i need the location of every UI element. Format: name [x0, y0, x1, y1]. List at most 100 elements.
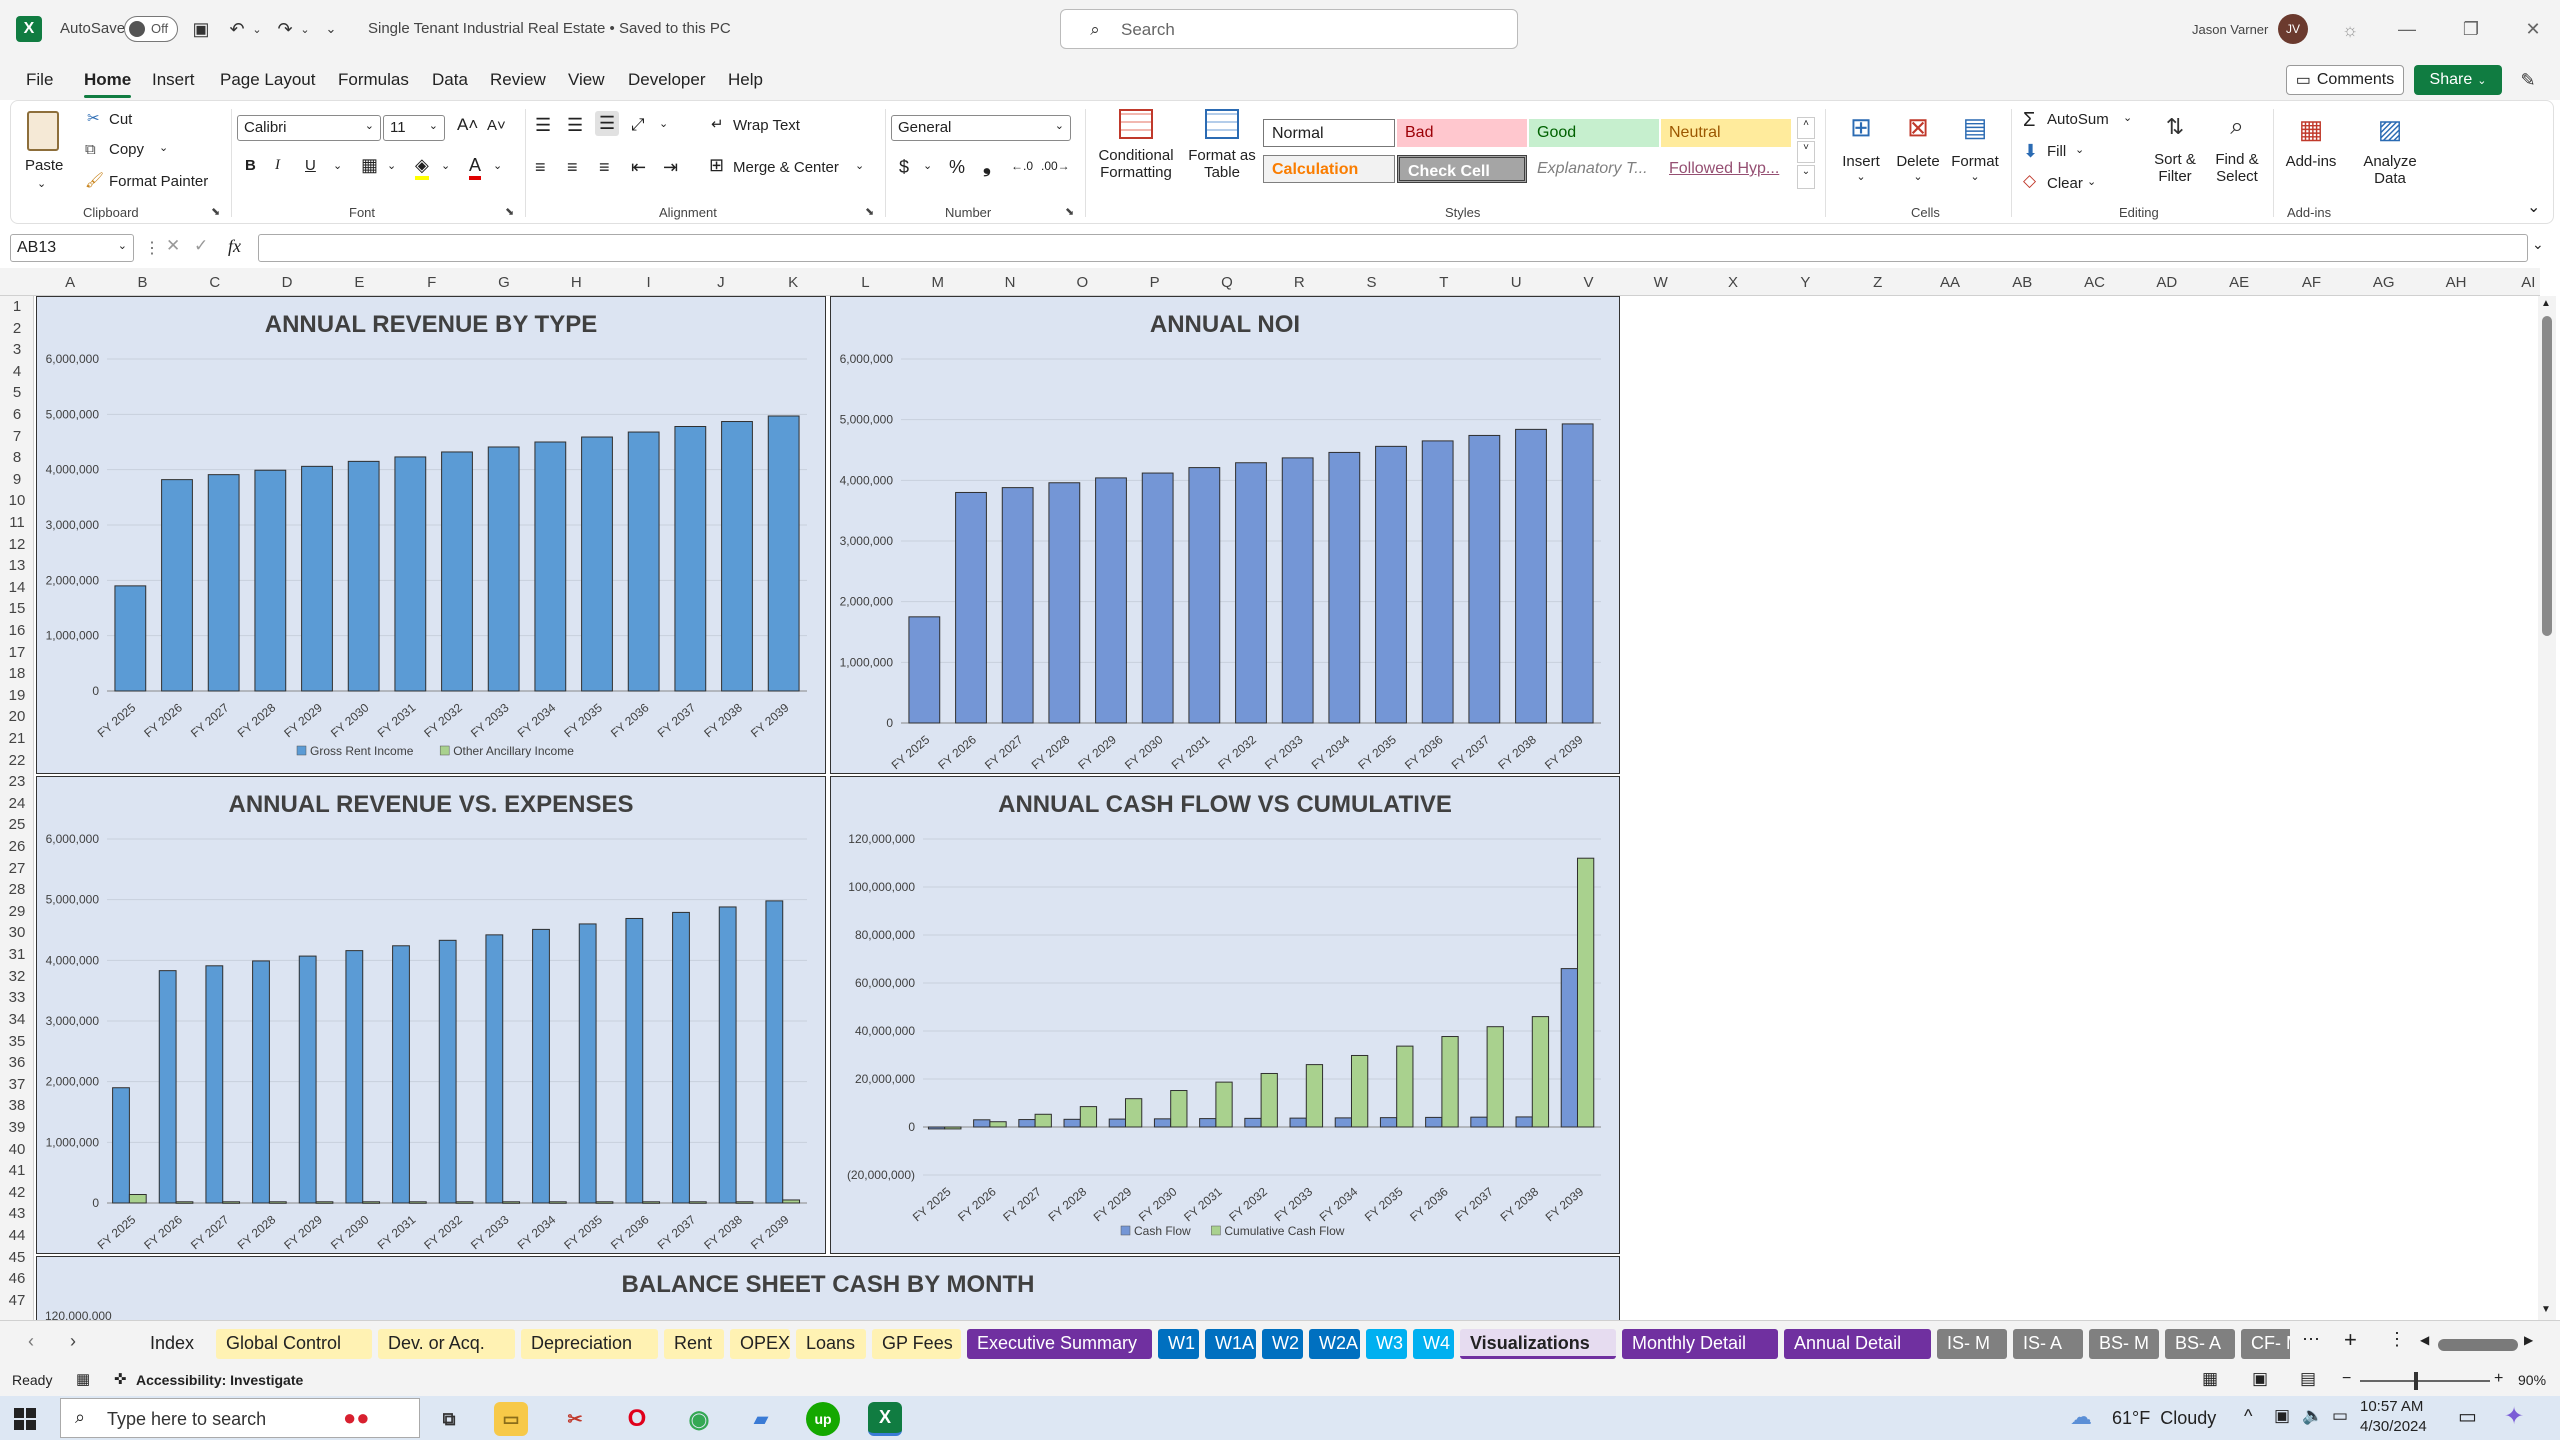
copy-button[interactable]: Copy	[109, 141, 144, 158]
font-color-icon[interactable]: A	[469, 155, 482, 180]
column-header[interactable]: N	[974, 274, 1046, 291]
clear-button[interactable]: Clear	[2047, 175, 2083, 192]
meet-now-icon[interactable]: ▣	[2274, 1406, 2290, 1426]
decrease-indent-icon[interactable]: ⇤	[631, 157, 646, 178]
row-header[interactable]: 15	[0, 600, 34, 622]
format-as-table-button[interactable]: Format as Table	[1185, 105, 1259, 201]
share-button[interactable]: Share ⌄	[2414, 65, 2502, 95]
row-header[interactable]: 38	[0, 1097, 34, 1119]
undo-dropdown-icon[interactable]: ⌄	[250, 18, 264, 40]
scroll-up-icon[interactable]: ▲	[2541, 298, 2551, 309]
redo-icon[interactable]: ↷	[272, 16, 298, 42]
column-header[interactable]: P	[1119, 274, 1191, 291]
font-size-combo[interactable]: 11 ⌄	[383, 115, 445, 141]
row-header[interactable]: 37	[0, 1076, 34, 1098]
tab-page-layout[interactable]: Page Layout	[220, 70, 315, 90]
sheet-tab[interactable]: W1A	[1205, 1329, 1256, 1359]
name-box[interactable]: AB13 ⌄	[10, 234, 134, 262]
row-header[interactable]: 6	[0, 406, 34, 428]
row-header[interactable]: 32	[0, 968, 34, 990]
column-header[interactable]: L	[829, 274, 901, 291]
macro-record-icon[interactable]: ▦	[76, 1370, 90, 1388]
row-header[interactable]: 26	[0, 838, 34, 860]
row-header[interactable]: 13	[0, 557, 34, 579]
top-align-icon[interactable]: ☰	[535, 115, 551, 136]
sheet-tab[interactable]: GP Fees	[872, 1329, 961, 1359]
zoom-level[interactable]: 90%	[2518, 1372, 2546, 1388]
row-header[interactable]: 3	[0, 341, 34, 363]
network-icon[interactable]: ▭	[2332, 1406, 2348, 1426]
hscroll-left-icon[interactable]: ◀	[2420, 1333, 2429, 1347]
column-header[interactable]: X	[1697, 274, 1769, 291]
clock-date[interactable]: 4/30/2024	[2360, 1418, 2427, 1435]
align-left-icon[interactable]: ≡	[535, 157, 546, 178]
sheet-tab[interactable]: Global Control	[216, 1329, 372, 1359]
row-header[interactable]: 40	[0, 1141, 34, 1163]
sheet-tab[interactable]: BS- A	[2165, 1329, 2235, 1359]
worksheet-grid[interactable]: ANNUAL REVENUE BY TYPE 6,000,000 5,000,00…	[34, 296, 2556, 1336]
column-header[interactable]: G	[468, 274, 540, 291]
row-header[interactable]: 16	[0, 622, 34, 644]
column-header[interactable]: C	[179, 274, 251, 291]
increase-decimal-icon[interactable]: ←.0	[1011, 159, 1033, 173]
copilot-icon[interactable]: ✦	[2504, 1402, 2524, 1431]
row-header[interactable]: 31	[0, 946, 34, 968]
column-header[interactable]: AA	[1914, 274, 1986, 291]
row-header[interactable]: 30	[0, 924, 34, 946]
sheet-tab[interactable]: BS- M	[2089, 1329, 2159, 1359]
search-box[interactable]: ⌕ Search	[1060, 9, 1518, 49]
tab-options-icon[interactable]: ⋮	[2388, 1329, 2406, 1350]
column-header[interactable]: E	[323, 274, 395, 291]
page-layout-view-icon[interactable]: ▣	[2252, 1369, 2268, 1389]
row-header[interactable]: 20	[0, 708, 34, 730]
sheet-tab[interactable]: CF- M	[2241, 1329, 2290, 1359]
sheet-tab[interactable]: Dev. or Acq.	[378, 1329, 515, 1359]
column-header[interactable]: F	[396, 274, 468, 291]
column-header[interactable]: A	[34, 274, 106, 291]
row-header[interactable]: 7	[0, 428, 34, 450]
row-header[interactable]: 2	[0, 320, 34, 342]
borders-icon[interactable]: ▦	[361, 155, 378, 176]
row-header[interactable]: 22	[0, 752, 34, 774]
next-sheet-icon[interactable]: ›	[70, 1331, 76, 1352]
row-header[interactable]: 36	[0, 1054, 34, 1076]
borders-dropdown-icon[interactable]: ⌄	[387, 159, 396, 172]
fill-button[interactable]: Fill	[2047, 143, 2066, 160]
chart-cash-flow-vs-cumulative[interactable]: ANNUAL CASH FLOW VS CUMULATIVE 120,000,0…	[830, 776, 1620, 1254]
excel-taskbar-icon[interactable]: X	[868, 1402, 902, 1436]
sheet-tab[interactable]: W4	[1413, 1329, 1454, 1359]
weather-text[interactable]: 61°F Cloudy	[2112, 1408, 2216, 1429]
underline-button[interactable]: U	[305, 157, 316, 174]
minimize-icon[interactable]: —	[2392, 14, 2422, 44]
row-header[interactable]: 33	[0, 989, 34, 1011]
style-followed-hyperlink[interactable]: Followed Hyp...	[1661, 155, 1791, 183]
prev-sheet-icon[interactable]: ‹	[28, 1331, 34, 1352]
decrease-decimal-icon[interactable]: .00→	[1041, 159, 1070, 173]
notes-app-icon[interactable]: ▰	[744, 1402, 778, 1436]
row-header[interactable]: 39	[0, 1119, 34, 1141]
row-header[interactable]: 8	[0, 449, 34, 471]
insert-function-icon[interactable]: fx	[228, 236, 241, 257]
normal-view-icon[interactable]: ▦	[2202, 1369, 2218, 1389]
user-avatar[interactable]: JV	[2278, 14, 2308, 44]
style-explanatory[interactable]: Explanatory T...	[1529, 155, 1659, 183]
style-good[interactable]: Good	[1529, 119, 1659, 147]
sort-filter-button[interactable]: ⇅ Sort & Filter	[2145, 105, 2205, 201]
restore-icon[interactable]: ❐	[2456, 14, 2486, 44]
row-header[interactable]: 46	[0, 1270, 34, 1292]
row-header[interactable]: 21	[0, 730, 34, 752]
fill-color-icon[interactable]: ◈	[415, 155, 429, 180]
sheet-tab[interactable]: Rent	[664, 1329, 724, 1359]
currency-icon[interactable]: $	[899, 157, 909, 178]
styles-scroll-up-icon[interactable]: ˄	[1797, 117, 1815, 139]
row-header[interactable]: 44	[0, 1227, 34, 1249]
wrap-text-button[interactable]: Wrap Text	[733, 117, 800, 134]
row-header[interactable]: 29	[0, 903, 34, 925]
bold-button[interactable]: B	[245, 157, 256, 174]
upwork-icon[interactable]: up	[806, 1402, 840, 1436]
tab-file[interactable]: File	[26, 70, 53, 90]
orientation-dropdown-icon[interactable]: ⌄	[659, 117, 668, 130]
lightbulb-icon[interactable]: ☼	[2336, 16, 2364, 44]
row-header[interactable]: 23	[0, 773, 34, 795]
column-header[interactable]: K	[757, 274, 829, 291]
